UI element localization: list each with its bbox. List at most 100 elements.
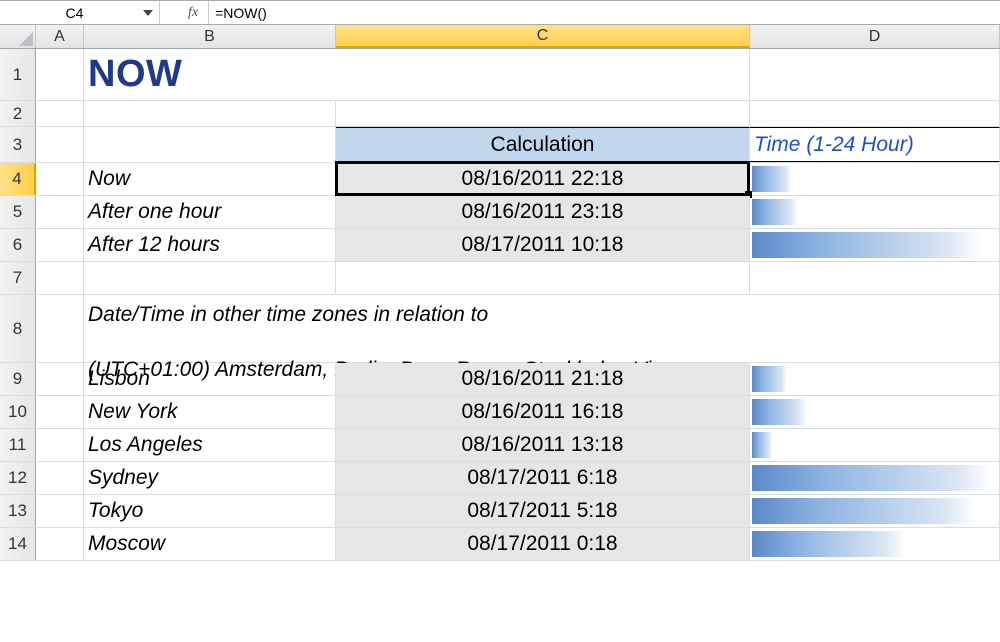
cell-a1[interactable] xyxy=(36,49,84,100)
row-header[interactable]: 12 xyxy=(0,462,36,494)
cell-d13-bar[interactable] xyxy=(750,495,1000,527)
cell-b9-label[interactable]: Lisbon xyxy=(84,363,336,395)
col-header-b[interactable]: B xyxy=(84,25,336,48)
cell-a4[interactable] xyxy=(36,163,84,195)
row-header[interactable]: 5 xyxy=(0,196,36,228)
cell-b2[interactable] xyxy=(84,101,336,126)
calc-value: 08/16/2011 13:18 xyxy=(462,433,624,457)
row-header[interactable]: 10 xyxy=(0,396,36,428)
row-10: 10 New York 08/16/2011 16:18 xyxy=(0,396,1000,429)
col-header-c[interactable]: C xyxy=(336,25,750,48)
cell-b3[interactable] xyxy=(84,127,336,162)
cell-d6-bar[interactable] xyxy=(750,229,1000,261)
cell-b12-label[interactable]: Sydney xyxy=(84,462,336,494)
row-13: 13 Tokyo 08/17/2011 5:18 xyxy=(0,495,1000,528)
cell-d4-bar[interactable] xyxy=(750,163,1000,195)
cell-c9-calc[interactable]: 08/16/2011 21:18 xyxy=(336,363,750,395)
col-header-a[interactable]: A xyxy=(36,25,84,48)
col-header-d[interactable]: D xyxy=(750,25,1000,48)
cell-b1[interactable]: NOW xyxy=(84,49,336,100)
note-line1: Date/Time in other time zones in relatio… xyxy=(88,303,488,326)
cell-d9-bar[interactable] xyxy=(750,363,1000,395)
label: Los Angeles xyxy=(88,433,203,457)
row-header[interactable]: 4 xyxy=(0,163,36,195)
data-bar xyxy=(752,366,787,392)
label: Sydney xyxy=(88,466,158,490)
label: Lisbon xyxy=(88,367,150,391)
label: After one hour xyxy=(88,200,221,224)
data-bar xyxy=(752,432,772,458)
cell-d1[interactable] xyxy=(750,49,1000,100)
cell-b4-label[interactable]: Now xyxy=(84,163,336,195)
label: New York xyxy=(88,400,178,424)
cell-b6-label[interactable]: After 12 hours xyxy=(84,229,336,261)
cell-a7[interactable] xyxy=(36,262,84,294)
fx-icon[interactable]: fx xyxy=(182,5,204,21)
row-header[interactable]: 14 xyxy=(0,528,36,560)
cell-a8[interactable] xyxy=(36,295,84,362)
cell-d12-bar[interactable] xyxy=(750,462,1000,494)
formula-bar: C4 fx =NOW() xyxy=(0,0,1000,25)
cell-c10-calc[interactable]: 08/16/2011 16:18 xyxy=(336,396,750,428)
data-bar xyxy=(752,166,792,192)
cell-a13[interactable] xyxy=(36,495,84,527)
cell-c2[interactable] xyxy=(336,101,750,126)
cell-a3[interactable] xyxy=(36,127,84,162)
label: Tokyo xyxy=(88,499,143,523)
cell-d14-bar[interactable] xyxy=(750,528,1000,560)
cell-b5-label[interactable]: After one hour xyxy=(84,196,336,228)
cell-c5-calc[interactable]: 08/16/2011 23:18 xyxy=(336,196,750,228)
cell-c1[interactable] xyxy=(336,49,750,100)
row-header[interactable]: 7 xyxy=(0,262,36,294)
row-header[interactable]: 3 xyxy=(0,127,36,162)
cell-c6-calc[interactable]: 08/17/2011 10:18 xyxy=(336,229,750,261)
cell-b13-label[interactable]: Tokyo xyxy=(84,495,336,527)
cell-reference: C4 xyxy=(0,5,141,21)
row-9: 9 Lisbon 08/16/2011 21:18 xyxy=(0,363,1000,396)
cell-c4-calc[interactable]: 08/16/2011 22:18 xyxy=(336,163,750,195)
calculation-header[interactable]: Calculation xyxy=(336,127,750,162)
cell-a5[interactable] xyxy=(36,196,84,228)
label: Moscow xyxy=(88,532,165,556)
cell-d2[interactable] xyxy=(750,101,1000,126)
row-header[interactable]: 11 xyxy=(0,429,36,461)
select-all-corner[interactable] xyxy=(0,25,36,48)
row-6: 6 After 12 hours 08/17/2011 10:18 xyxy=(0,229,1000,262)
cell-a11[interactable] xyxy=(36,429,84,461)
calc-value: 08/17/2011 6:18 xyxy=(467,466,617,490)
formula-input[interactable]: =NOW() xyxy=(209,1,1000,24)
cell-a2[interactable] xyxy=(36,101,84,126)
cell-d7[interactable] xyxy=(750,262,1000,294)
label: After 12 hours xyxy=(88,233,220,257)
cell-b10-label[interactable]: New York xyxy=(84,396,336,428)
cell-a12[interactable] xyxy=(36,462,84,494)
time-header[interactable]: Time (1-24 Hour) xyxy=(750,127,1000,162)
time-header-text: Time (1-24 Hour) xyxy=(754,133,914,157)
calc-value: 08/17/2011 10:18 xyxy=(462,233,624,257)
calc-value: 08/16/2011 22:18 xyxy=(462,167,624,191)
cell-b8-note[interactable]: Date/Time in other time zones in relatio… xyxy=(84,295,1000,362)
row-header[interactable]: 13 xyxy=(0,495,36,527)
cell-c11-calc[interactable]: 08/16/2011 13:18 xyxy=(336,429,750,461)
cell-d11-bar[interactable] xyxy=(750,429,1000,461)
cell-d5-bar[interactable] xyxy=(750,196,1000,228)
row-header[interactable]: 9 xyxy=(0,363,36,395)
row-header[interactable]: 6 xyxy=(0,229,36,261)
name-box[interactable]: C4 xyxy=(0,1,160,24)
row-header[interactable]: 8 xyxy=(0,295,36,362)
cell-c13-calc[interactable]: 08/17/2011 5:18 xyxy=(336,495,750,527)
column-header-row: A B C D xyxy=(0,25,1000,49)
cell-a6[interactable] xyxy=(36,229,84,261)
cell-b11-label[interactable]: Los Angeles xyxy=(84,429,336,461)
row-header[interactable]: 1 xyxy=(0,49,36,100)
row-header[interactable]: 2 xyxy=(0,101,36,126)
row-14: 14 Moscow 08/17/2011 0:18 xyxy=(0,528,1000,561)
cell-a10[interactable] xyxy=(36,396,84,428)
cell-a14[interactable] xyxy=(36,528,84,560)
cell-d10-bar[interactable] xyxy=(750,396,1000,428)
cell-c14-calc[interactable]: 08/17/2011 0:18 xyxy=(336,528,750,560)
cell-c12-calc[interactable]: 08/17/2011 6:18 xyxy=(336,462,750,494)
cell-b14-label[interactable]: Moscow xyxy=(84,528,336,560)
cell-a9[interactable] xyxy=(36,363,84,395)
chevron-down-icon[interactable] xyxy=(141,6,155,20)
